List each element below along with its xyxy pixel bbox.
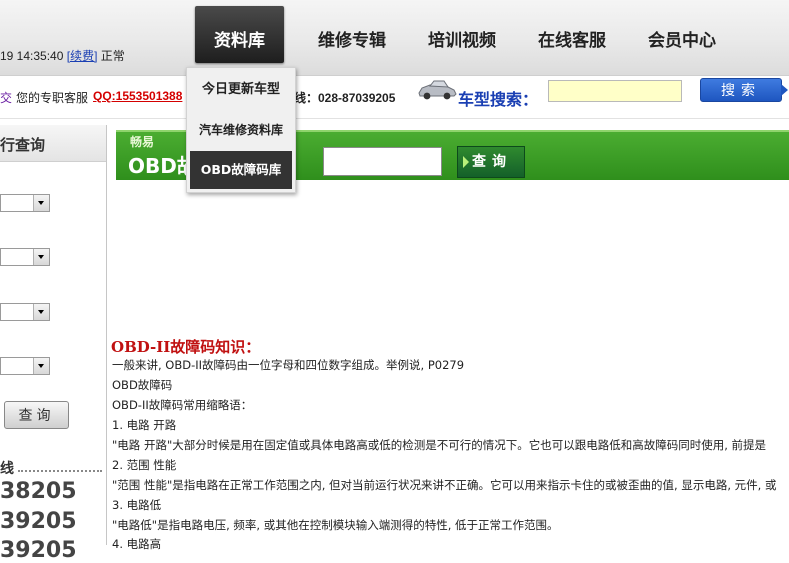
car-icon [418, 80, 457, 100]
query-select-2[interactable] [0, 248, 50, 266]
content-line: "范围 性能"是指电路在正常工作范围之内, 但对当前运行状况来讲不正确。它可以用… [112, 478, 777, 492]
menu-item-today-updates[interactable]: 今日更新车型 [187, 70, 295, 110]
left-query-button[interactable]: 查询 [4, 401, 69, 429]
chevron-down-icon [33, 195, 49, 211]
hotline-divider [18, 470, 102, 472]
nav-item-library[interactable]: 资料库 [195, 6, 284, 63]
banner-brand: 畅易 [130, 135, 155, 149]
nav-item-training-video[interactable]: 培训视频 [428, 26, 496, 51]
query-select-1[interactable] [0, 194, 50, 212]
left-panel-title: 行查询 [0, 136, 46, 154]
nav-item-online-service[interactable]: 在线客服 [538, 26, 606, 51]
content-line: OBD-II故障码常用缩略语： [112, 398, 253, 412]
content-line: "电路 开路"大部分时候是用在固定值或具体电路高或低的检测是不可行的情况下。它也… [112, 438, 767, 452]
phone-number: 线：028-87039205 [294, 91, 396, 105]
content-title: OBD-II故障码知识： [111, 338, 261, 356]
chevron-down-icon [33, 358, 49, 374]
query-select-4[interactable] [0, 357, 50, 375]
obd-query-button[interactable]: 查询 [457, 146, 525, 178]
obd-code-input[interactable] [323, 147, 442, 176]
library-dropdown-menu: 今日更新车型 汽车维修资料库 OBD故障码库 [186, 67, 296, 193]
login-datetime: 19 14:35:40 [续费] 正常 [0, 47, 125, 64]
query-select-3[interactable] [0, 303, 50, 321]
datetime-text: 19 14:35:40 [0, 49, 64, 63]
qq-link[interactable]: QQ:1553501388 [93, 89, 182, 103]
car-search-input[interactable] [548, 80, 682, 102]
car-search-label: 车型搜索： [458, 90, 539, 109]
hotline-number-3: 39205 [0, 538, 77, 563]
chevron-down-icon [33, 304, 49, 320]
car-search-button[interactable]: 搜索 [700, 78, 788, 102]
content-line: 3. 电路低 [112, 498, 162, 512]
nav-item-member-center[interactable]: 会员中心 [648, 26, 716, 51]
menu-item-obd-codes[interactable]: OBD故障码库 [190, 151, 292, 189]
content-line: 2. 范围 性能 [112, 458, 177, 472]
content-line: 一般来讲, OBD-II故障码由一位字母和四位数字组成。举例说, P0279 [112, 358, 465, 372]
chevron-down-icon [33, 249, 49, 265]
menu-item-repair-library[interactable]: 汽车维修资料库 [187, 110, 295, 150]
renew-link[interactable]: [续费] [67, 49, 98, 63]
info-fragment: 交 [0, 91, 13, 105]
content-line: 4. 电路高 [112, 537, 162, 551]
nav-item-library-label: 资料库 [214, 31, 265, 51]
account-status: 正常 [100, 49, 125, 63]
service-label: 您的专职客服 [16, 91, 89, 105]
hotline-label: 线 [0, 461, 14, 477]
content-line: OBD故障码 [112, 378, 173, 392]
hotline-number-1: 38205 [0, 479, 77, 504]
nav-item-repair-album[interactable]: 维修专辑 [318, 26, 386, 51]
content-line: "电路低"是指电路电压, 频率, 或其他在控制模块输入端测得的特性, 低于正常工… [112, 518, 559, 532]
content-line: 1. 电路 开路 [112, 418, 177, 432]
hotline-number-2: 39205 [0, 509, 77, 534]
